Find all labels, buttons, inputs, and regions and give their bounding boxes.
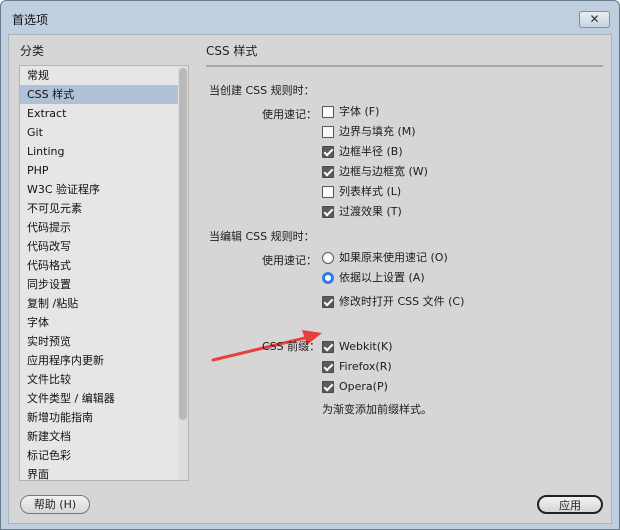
sidebar-item[interactable]: 同步设置 (20, 275, 188, 294)
sidebar-item[interactable]: PHP (20, 161, 188, 180)
css-prefix-label: CSS 前缀： (262, 340, 321, 353)
checkbox-label: 边框半径 (B) (339, 145, 403, 158)
checkbox-checked[interactable] (322, 361, 334, 373)
sidebar-item[interactable]: CSS 样式 (20, 85, 188, 104)
panel-title: CSS 样式 (206, 44, 258, 58)
sidebar-item[interactable]: 新建文档 (20, 427, 188, 446)
sidebar-item[interactable]: 文件比较 (20, 370, 188, 389)
sidebar-item[interactable]: 常规 (20, 66, 188, 85)
checkbox-label: 列表样式 (L) (339, 185, 402, 198)
radio-label: 依据以上设置 (A) (339, 271, 425, 284)
checkbox-unchecked[interactable] (322, 186, 334, 198)
category-scrollbar[interactable] (178, 66, 188, 480)
radio-label: 如果原来使用速记 (O) (339, 251, 448, 264)
radio-unselected[interactable] (322, 252, 334, 264)
window-title: 首选项 (12, 13, 49, 27)
checkbox-checked[interactable] (322, 166, 334, 178)
edit-shorthand-label: 使用速记： (262, 254, 317, 267)
sidebar-item[interactable]: 标记色彩 (20, 446, 188, 465)
sidebar-item[interactable]: Extract (20, 104, 188, 123)
checkbox-label: 字体 (F) (339, 105, 380, 118)
close-icon: ✕ (589, 12, 600, 26)
sidebar-item[interactable]: 文件类型 / 编辑器 (20, 389, 188, 408)
checkbox-box[interactable] (322, 296, 334, 308)
sidebar-item[interactable]: 代码格式 (20, 256, 188, 275)
checkbox-label: 过渡效果 (T) (339, 205, 402, 218)
checkbox-label: Firefox(R) (339, 360, 392, 373)
checkbox-label: 边界与填充 (M) (339, 125, 416, 138)
sidebar-item[interactable]: 应用程序内更新 (20, 351, 188, 370)
dialog-body: 分类 常规 CSS 样式 Extract Git Linting PHP W3C 验证程序不… (8, 34, 612, 524)
checkbox-label: 边框与边框宽 (W) (339, 165, 428, 178)
sidebar-item[interactable]: 实时预览 (20, 332, 188, 351)
apply-button[interactable]: 应用 (537, 495, 603, 514)
title-bar[interactable]: 首选项 ✕ (1, 1, 619, 35)
create-shorthand-label: 使用速记： (262, 108, 317, 121)
sidebar-item[interactable]: 不可见元素 (20, 199, 188, 218)
category-list: 常规 CSS 样式 Extract Git Linting PHP W3C 验证程序 不可见元… (19, 65, 189, 481)
checkbox-unchecked[interactable] (322, 126, 334, 138)
checkbox-checked[interactable] (322, 206, 334, 218)
edit-rule-heading: 当编辑 CSS 规则时： (209, 230, 315, 243)
checkbox-label: Opera(P) (339, 380, 388, 393)
sidebar-item[interactable]: Git (20, 123, 188, 142)
radio-selected[interactable] (322, 272, 334, 284)
scrollbar-thumb[interactable] (179, 68, 187, 420)
checkbox-checked[interactable] (322, 381, 334, 393)
create-rule-heading: 当创建 CSS 规则时： (209, 84, 315, 97)
sidebar-item[interactable]: 界面 (20, 465, 188, 480)
panel-divider (206, 65, 603, 67)
checkbox-label: Webkit(K) (339, 340, 393, 353)
sidebar-item[interactable]: 新增功能指南 (20, 408, 188, 427)
checkbox-checked[interactable] (322, 341, 334, 353)
prefix-note: 为渐变添加前缀样式。 (322, 403, 432, 416)
sidebar-item[interactable]: 代码提示 (20, 218, 188, 237)
checkbox-checked[interactable] (322, 146, 334, 158)
checkbox-label: 修改时打开 CSS 文件 (C) (339, 295, 465, 308)
sidebar-item[interactable]: 代码改写 (20, 237, 188, 256)
sidebar-item[interactable]: Linting (20, 142, 188, 161)
checkbox-unchecked[interactable] (322, 106, 334, 118)
close-button[interactable]: ✕ (579, 11, 610, 28)
category-heading: 分类 (20, 44, 45, 58)
sidebar-item[interactable]: 复制 /粘贴 (20, 294, 188, 313)
sidebar-item[interactable]: W3C 验证程序 (20, 180, 188, 199)
sidebar-item[interactable]: 字体 (20, 313, 188, 332)
help-button[interactable]: 帮助 (H) (20, 495, 90, 514)
preferences-window: 首选项 ✕ 分类 常规 CSS 样式 Extract Git Linting PHP W3C… (0, 0, 620, 530)
